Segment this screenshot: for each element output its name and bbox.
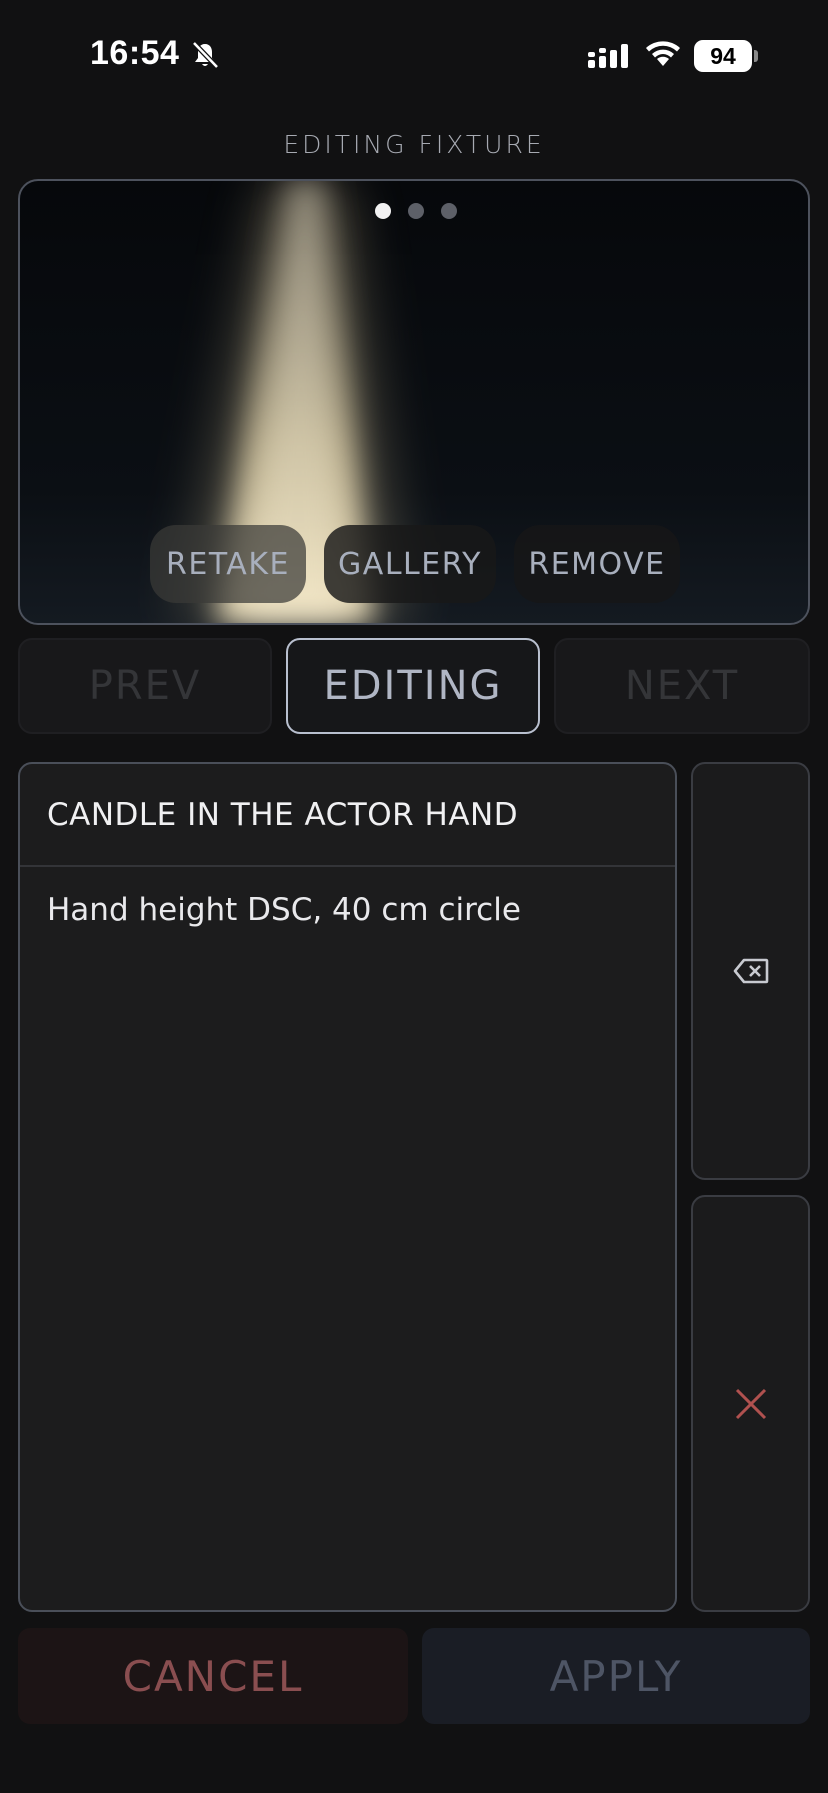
clear-button[interactable]	[691, 1195, 810, 1612]
battery-level: 94	[694, 40, 752, 72]
fixture-note-card: CANDLE IN THE ACTOR HAND Hand height DSC…	[18, 762, 677, 1612]
remove-photo-button[interactable]: REMOVE	[514, 525, 680, 603]
gallery-button[interactable]: GALLERY	[324, 525, 496, 603]
status-time: 16:54	[90, 34, 180, 72]
backspace-button[interactable]	[691, 762, 810, 1180]
bell-slash-icon	[192, 41, 219, 69]
page-dot-2[interactable]	[408, 203, 424, 219]
page-indicator	[20, 203, 808, 219]
page-title: EDITING FIXTURE	[283, 130, 545, 159]
fixture-photo[interactable]: RETAKE GALLERY REMOVE	[18, 179, 810, 625]
cancel-button[interactable]: CANCEL	[18, 1628, 408, 1724]
apply-button[interactable]: APPLY	[422, 1628, 810, 1724]
page-dot-3[interactable]	[441, 203, 457, 219]
next-button[interactable]: NEXT	[554, 638, 810, 734]
editing-indicator[interactable]: EDITING	[286, 638, 540, 734]
retake-button[interactable]: RETAKE	[150, 525, 306, 603]
close-icon	[735, 1388, 766, 1419]
fixture-title-field[interactable]: CANDLE IN THE ACTOR HAND	[20, 764, 675, 867]
cellular-signal-icon	[588, 44, 628, 68]
page-dot-1[interactable]	[375, 203, 391, 219]
prev-button[interactable]: PREV	[18, 638, 272, 734]
backspace-icon	[733, 958, 768, 984]
fixture-notes-textarea[interactable]: Hand height DSC, 40 cm circle	[47, 892, 655, 928]
battery-icon: 94	[694, 40, 758, 72]
wifi-icon	[646, 41, 680, 66]
